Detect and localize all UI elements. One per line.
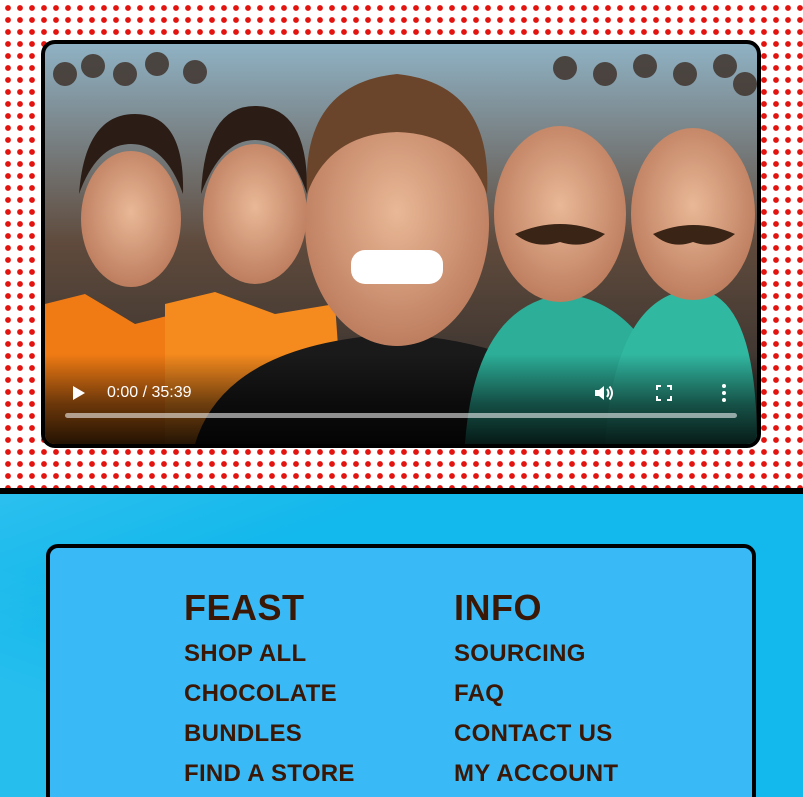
play-icon[interactable] [69, 384, 87, 402]
volume-icon[interactable] [593, 383, 615, 403]
footer-nav-card: FEAST SHOP ALL CHOCOLATE BUNDLES FIND A … [46, 544, 756, 797]
more-options-icon[interactable] [719, 383, 729, 403]
feast-column: FEAST SHOP ALL CHOCOLATE BUNDLES FIND A … [184, 586, 355, 794]
feast-heading: FEAST [184, 587, 305, 628]
fullscreen-icon[interactable] [655, 384, 673, 402]
footer-link-sourcing[interactable]: SOURCING [454, 634, 618, 674]
footer-link-faq[interactable]: FAQ [454, 674, 618, 714]
video-time-display: 0:00 / 35:39 [107, 384, 192, 401]
video-player[interactable]: 0:00 / 35:39 [41, 40, 761, 448]
video-progress-bar[interactable] [65, 413, 737, 418]
footer-link-chocolate[interactable]: CHOCOLATE [184, 674, 355, 714]
info-heading: INFO [454, 587, 542, 628]
footer-link-find-a-store[interactable]: FIND A STORE [184, 754, 355, 794]
footer-link-my-account[interactable]: MY ACCOUNT [454, 754, 618, 794]
footer-link-shop-all[interactable]: SHOP ALL [184, 634, 355, 674]
footer-link-contact-us[interactable]: CONTACT US [454, 714, 618, 754]
video-controls-bar: 0:00 / 35:39 [45, 354, 757, 444]
info-column: INFO SOURCING FAQ CONTACT US MY ACCOUNT [454, 586, 618, 794]
footer-link-bundles[interactable]: BUNDLES [184, 714, 355, 754]
